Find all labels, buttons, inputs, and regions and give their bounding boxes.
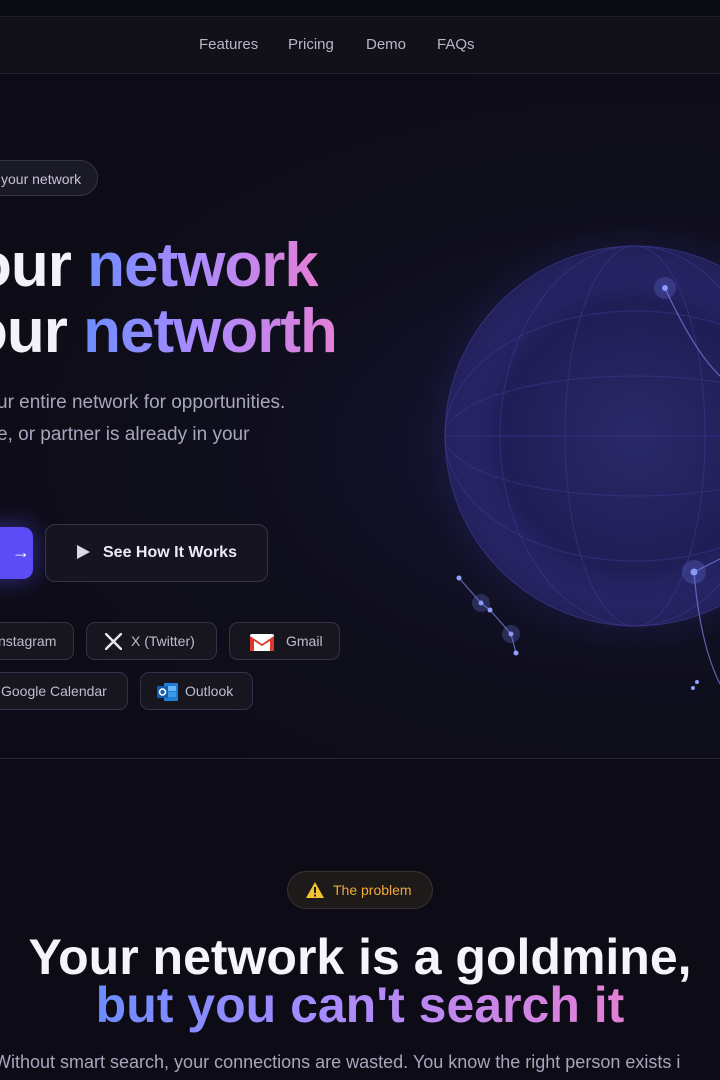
hero-subtitle-line-2: e, or partner is already in your bbox=[0, 424, 250, 445]
network-globe-graphic bbox=[420, 221, 720, 690]
integration-chip-instagram: nstagram bbox=[0, 622, 74, 660]
top-nav: Features Pricing Demo FAQs bbox=[0, 16, 720, 74]
outlook-icon bbox=[157, 683, 178, 701]
integration-chip-google-calendar: Google Calendar bbox=[0, 672, 128, 710]
play-icon bbox=[77, 545, 90, 559]
hero-badge: your network bbox=[0, 160, 99, 196]
section-divider bbox=[0, 758, 720, 759]
problem-badge: The problem bbox=[287, 871, 433, 909]
nav-link-faqs[interactable]: FAQs bbox=[437, 17, 475, 73]
hero-title-line-1: our network bbox=[0, 231, 319, 300]
problem-description: Without smart search, your connections a… bbox=[0, 1052, 681, 1072]
hero-subtitle-line-1: ur entire network for opportunities. bbox=[0, 392, 286, 413]
integration-chip-x: X (Twitter) bbox=[86, 622, 217, 660]
problem-title-line-2: but you can't search it bbox=[95, 977, 625, 1033]
top-strip bbox=[0, 0, 720, 16]
integration-chip-gmail: Gmail bbox=[229, 622, 340, 660]
nav-link-features[interactable]: Features bbox=[199, 17, 258, 73]
get-started-button[interactable]: → bbox=[0, 527, 33, 579]
hero-section: your network our network our networth ur… bbox=[0, 74, 720, 758]
nav-link-pricing[interactable]: Pricing bbox=[288, 17, 334, 73]
x-logo-icon bbox=[105, 633, 122, 650]
gmail-icon bbox=[250, 634, 274, 651]
see-how-it-works-button[interactable]: See How It Works bbox=[45, 524, 268, 582]
hero-title-line-2: our networth bbox=[0, 297, 338, 366]
nav-link-demo[interactable]: Demo bbox=[366, 17, 406, 73]
integration-chip-outlook: Outlook bbox=[140, 672, 253, 710]
warning-icon bbox=[306, 882, 324, 898]
arrow-right-icon: → bbox=[12, 542, 30, 562]
